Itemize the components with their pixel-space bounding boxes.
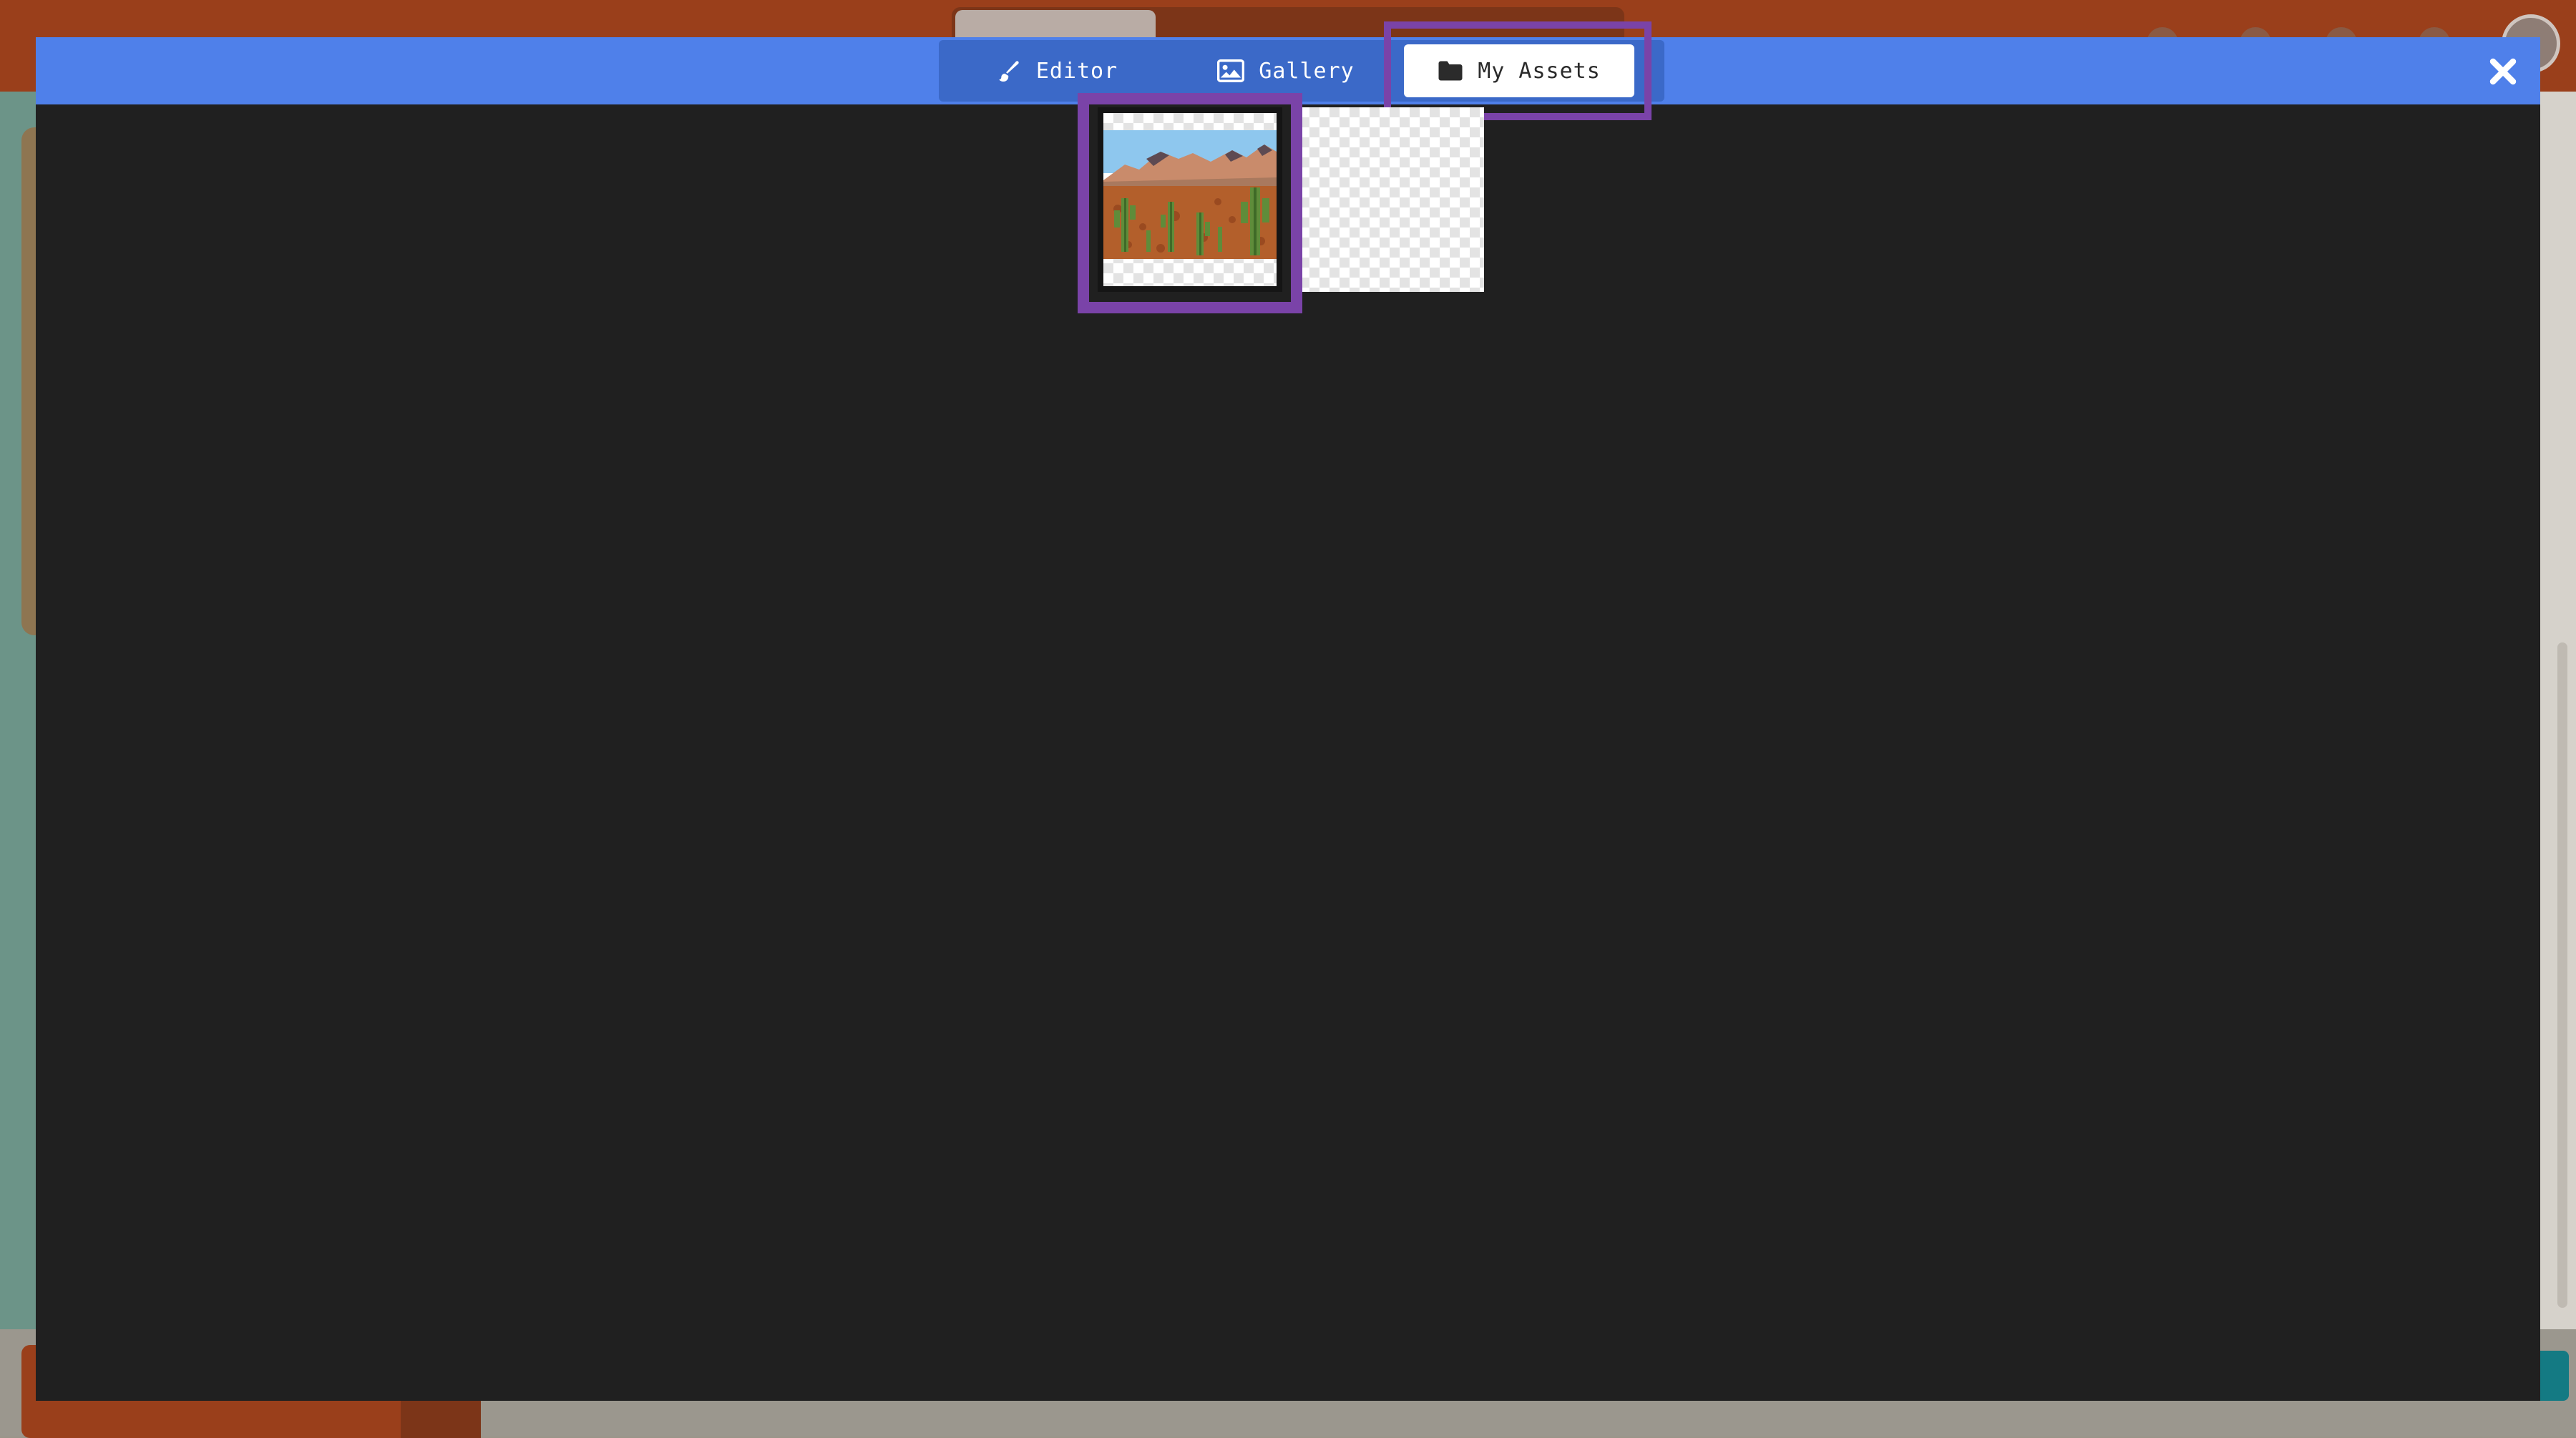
background-left-panel — [0, 92, 37, 1329]
tab-editor[interactable]: Editor — [939, 44, 1175, 97]
background-panel — [21, 127, 37, 635]
image-icon — [1217, 59, 1245, 82]
asset-thumbnail-desert[interactable] — [1098, 107, 1282, 292]
asset-modal: Editor Gallery My Assets — [36, 21, 2540, 1401]
tab-my-assets[interactable]: My Assets — [1404, 44, 1634, 97]
tab-bar: Editor Gallery My Assets — [939, 40, 1664, 102]
close-icon — [2489, 58, 2517, 85]
tab-gallery-label: Gallery — [1259, 58, 1355, 84]
paintbrush-icon — [999, 61, 1019, 82]
desert-cactus-image — [1103, 130, 1277, 259]
asset-grid — [36, 93, 2540, 1401]
modal-header: Editor Gallery My Assets — [36, 21, 2540, 120]
asset-thumbnail-empty[interactable] — [1299, 107, 1484, 292]
close-button[interactable] — [2486, 54, 2520, 89]
folder-icon — [1438, 61, 1463, 81]
tab-gallery[interactable]: Gallery — [1175, 44, 1397, 97]
tab-my-assets-label: My Assets — [1478, 58, 1601, 84]
background-scrollbar — [2557, 642, 2567, 1308]
tab-editor-label: Editor — [1035, 58, 1118, 84]
